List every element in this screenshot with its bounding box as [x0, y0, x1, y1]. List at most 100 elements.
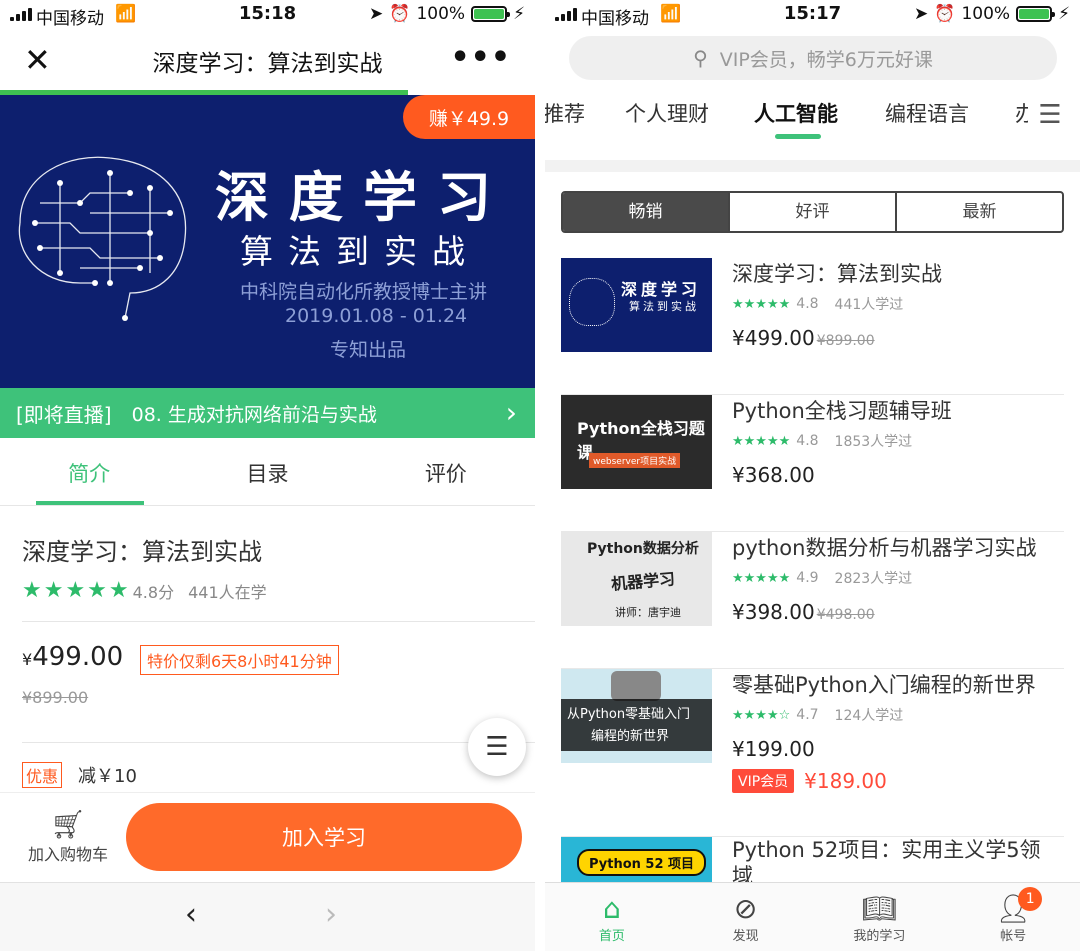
tab-account[interactable]: 👤︎ 帐号 1	[946, 883, 1080, 951]
battery-icon	[471, 6, 511, 22]
tab-ai[interactable]: 人工智能	[754, 98, 838, 128]
battery-percent: 100%	[416, 4, 466, 24]
tab-recommended[interactable]: 推荐	[545, 98, 585, 128]
rating-row: ★★★★★ 4.8分 441人在学	[22, 578, 267, 603]
book-icon: 📖︎	[861, 892, 898, 925]
location-icon: ➤	[914, 4, 929, 24]
battery-percent: 100%	[961, 4, 1011, 24]
tab-programming[interactable]: 编程语言	[885, 98, 969, 128]
tab-home[interactable]: ⌂ 首页	[545, 883, 679, 951]
course-title: 深度学习：算法到实战	[22, 538, 262, 566]
tab-finance[interactable]: 个人理财	[625, 98, 709, 128]
sort-top-rated[interactable]: 好评	[730, 193, 897, 231]
battery-icon	[1016, 6, 1056, 22]
location-icon: ➤	[369, 4, 384, 24]
add-to-cart-button[interactable]: 🛒︎ 加入购物车	[20, 809, 116, 865]
star-rating-icon: ★★★★☆	[732, 707, 791, 723]
divider	[22, 621, 535, 622]
chevron-right-icon: ›	[505, 396, 517, 429]
item-price: ¥398.00 ¥498.00	[732, 600, 875, 624]
course-thumbnail: Python全栈习题课 webserver项目实战	[561, 395, 712, 489]
tab-discover[interactable]: ⊘ 发现	[679, 883, 813, 951]
course-banner: 深度学习 算法到实战 中科院自动化所教授博士主讲 2019.01.08 - 01…	[0, 95, 535, 388]
course-thumbnail: Python 52 项目	[561, 837, 712, 882]
list-item[interactable]: Python 52 项目 Python 52项目：实用主义学5领域	[561, 837, 1064, 882]
cart-icon: 🛒︎	[50, 808, 86, 841]
list-item[interactable]: Python数据分析 机器学习 讲师：唐宇迪 python数据分析与机器学习实战…	[561, 532, 1064, 669]
divider	[22, 742, 535, 743]
compass-icon: ⊘	[733, 892, 758, 925]
learner-count: 441人在学	[188, 582, 267, 602]
search-placeholder: VIP会员，畅学6万元好课	[719, 48, 933, 71]
star-rating-icon: ★★★★★	[732, 296, 791, 312]
current-price: ¥499.00	[22, 642, 124, 672]
charging-icon: ⚡	[513, 4, 525, 24]
banner-subtitle: 算法到实战	[240, 232, 480, 271]
course-thumbnail: 深度学习 算法到实战	[561, 258, 712, 352]
upcoming-live-bar[interactable]: [即将直播] 08. 生成对抗网络前沿与实战 ›	[0, 388, 535, 438]
live-tag: [即将直播]	[16, 402, 112, 427]
forward-icon[interactable]: ›	[325, 897, 337, 932]
rating-score: 4.8分	[132, 582, 175, 602]
banner-publisher: 专知出品	[330, 339, 407, 361]
more-icon[interactable]: •••	[450, 40, 511, 75]
course-list-screen: 中国移动 📶 15:17 ➤ ⏰ 100% ⚡ ⚲ VIP会员，畅学6万元好课 …	[545, 0, 1080, 951]
browser-nav-bar: ‹ ›	[0, 882, 535, 951]
vip-price-row: VIP会员 ¥189.00	[732, 769, 887, 793]
back-icon[interactable]: ‹	[185, 897, 197, 932]
category-tabs: 推荐 个人理财 人工智能 编程语言 办	[545, 88, 1080, 148]
live-lesson: 08. 生成对抗网络前沿与实战	[131, 403, 377, 426]
active-tab-indicator	[775, 134, 821, 139]
item-rating: ★★★★★ 4.9 2823人学过	[732, 570, 913, 587]
banner-title: 深度学习	[215, 166, 511, 229]
course-detail-screen: 中国移动 📶 15:18 ➤ ⏰ 100% ⚡ ✕ 深度学习：算法到实战 •••	[0, 0, 535, 951]
category-menu-icon[interactable]: ☰	[1028, 100, 1072, 130]
banner-dates: 2019.01.08 - 01.24	[285, 305, 468, 327]
earn-badge[interactable]: 赚￥49.9	[403, 95, 535, 139]
sort-newest[interactable]: 最新	[897, 193, 1062, 231]
discount-tag: 优惠	[22, 762, 63, 788]
item-title: Python全栈习题辅导班	[732, 399, 952, 423]
alarm-icon: ⏰	[934, 4, 956, 24]
promo-countdown: 特价仅剩6天8小时41分钟	[140, 645, 339, 675]
bottom-tab-bar: ⌂ 首页 ⊘ 发现 📖︎ 我的学习 👤︎ 帐号 1	[545, 882, 1080, 951]
action-bar: 🛒︎ 加入购物车 加入学习	[0, 792, 535, 882]
status-bar: 中国移动 📶 15:17 ➤ ⏰ 100% ⚡	[545, 0, 1080, 30]
item-rating: ★★★★★ 4.8 1853人学过	[732, 433, 913, 450]
star-rating-icon: ★★★★★	[732, 433, 791, 449]
join-study-button[interactable]: 加入学习	[126, 803, 522, 871]
detail-tabs: 简介 目录 评价	[0, 438, 535, 506]
discount-text: 减￥10	[78, 766, 137, 787]
star-rating-icon: ★★★★★	[732, 570, 791, 586]
list-menu-icon[interactable]: ☰	[468, 718, 526, 776]
course-thumbnail: 从Python零基础入门 编程的新世界	[561, 669, 712, 763]
search-icon: ⚲	[693, 46, 708, 70]
list-item[interactable]: Python全栈习题课 webserver项目实战 Python全栈习题辅导班 …	[561, 395, 1064, 532]
item-title: 深度学习：算法到实战	[732, 262, 942, 286]
tab-my-study[interactable]: 📖︎ 我的学习	[813, 883, 947, 951]
sort-bestselling[interactable]: 畅销	[563, 193, 730, 231]
discount-row[interactable]: 优惠 减￥10	[22, 762, 137, 788]
tab-intro[interactable]: 简介	[0, 438, 178, 505]
item-price: ¥499.00 ¥899.00	[732, 326, 875, 350]
item-price: ¥368.00	[732, 463, 815, 487]
item-rating: ★★★★☆ 4.7 124人学过	[732, 707, 904, 724]
status-bar: 中国移动 📶 15:18 ➤ ⏰ 100% ⚡	[0, 0, 535, 30]
search-input[interactable]: ⚲ VIP会员，畅学6万元好课	[569, 36, 1057, 80]
tab-reviews[interactable]: 评价	[357, 438, 535, 505]
item-title: Python 52项目：实用主义学5领域	[732, 838, 1041, 882]
list-item[interactable]: 从Python零基础入门 编程的新世界 零基础Python入门编程的新世界 ★★…	[561, 669, 1064, 837]
vip-price: ¥189.00	[804, 769, 887, 793]
alarm-icon: ⏰	[389, 4, 411, 24]
nav-bar: ✕ 深度学习：算法到实战 •••	[0, 30, 535, 90]
item-title: python数据分析与机器学习实战	[732, 536, 1037, 560]
charging-icon: ⚡	[1058, 4, 1070, 24]
home-icon: ⌂	[602, 892, 621, 925]
separator	[535, 0, 545, 951]
cart-label: 加入购物车	[27, 845, 108, 864]
list-item[interactable]: 深度学习 算法到实战 深度学习：算法到实战 ★★★★★ 4.8 441人学过 ¥…	[561, 258, 1064, 395]
item-rating: ★★★★★ 4.8 441人学过	[732, 296, 904, 313]
star-rating-icon: ★★★★★	[22, 578, 131, 603]
tab-catalog[interactable]: 目录	[178, 438, 356, 505]
brain-circuit-icon	[18, 156, 187, 321]
